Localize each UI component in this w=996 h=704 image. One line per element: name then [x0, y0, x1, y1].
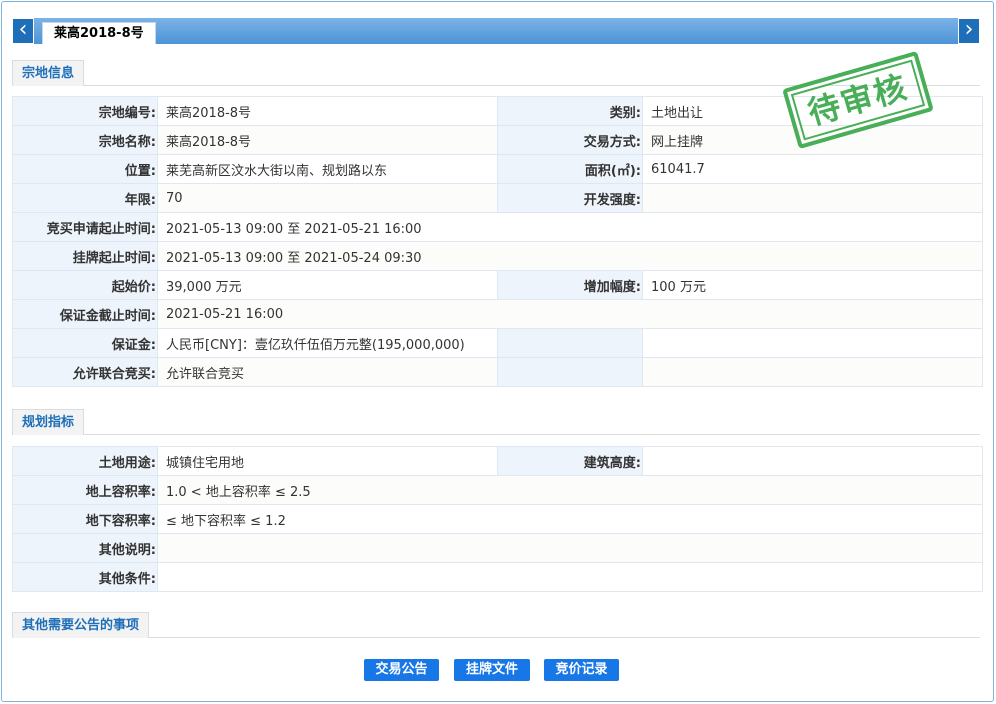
- tab-active[interactable]: 莱高2018-8号: [42, 22, 156, 44]
- table-row: 竞买申请起止时间: 2021-05-13 09:00 至 2021-05-21 …: [12, 212, 983, 242]
- table-row: 保证金: 人民币[CNY]：壹亿玖仟伍佰万元整(195,000,000): [12, 328, 983, 358]
- label-dev-intensity: 开发强度:: [497, 183, 643, 213]
- label-far-below: 地下容积率:: [12, 504, 158, 534]
- label-trade-method: 交易方式:: [497, 125, 643, 155]
- value-location: 莱芜高新区汶水大街以南、规划路以东: [157, 154, 498, 184]
- label-land-use: 土地用途:: [12, 446, 158, 476]
- label-other-cond: 其他条件:: [12, 562, 158, 592]
- table-row: 挂牌起止时间: 2021-05-13 09:00 至 2021-05-24 09…: [12, 241, 983, 271]
- label-area: 面积(㎡):: [497, 154, 643, 184]
- value-parcel-name: 莱高2018-8号: [157, 125, 498, 155]
- label-other-desc: 其他说明:: [12, 533, 158, 563]
- table-row: 其他条件:: [12, 562, 983, 592]
- value-empty-2: [642, 357, 983, 387]
- value-far-below: ≤ 地下容积率 ≤ 1.2: [157, 504, 983, 534]
- label-joint-bid: 允许联合竞买:: [12, 357, 158, 387]
- section-title-parcel: 宗地信息: [12, 60, 85, 86]
- value-other-desc: [157, 533, 983, 563]
- label-location: 位置:: [12, 154, 158, 184]
- tab-bar: ‹ 莱高2018-8号 ›: [12, 18, 980, 44]
- section-header-other: 其他需要公告的事项: [12, 612, 980, 638]
- table-row: 土地用途: 城镇住宅用地 建筑高度:: [12, 446, 983, 476]
- label-parcel-name: 宗地名称:: [12, 125, 158, 155]
- label-category: 类别:: [497, 96, 643, 126]
- listing-docs-button[interactable]: 挂牌文件: [454, 659, 530, 681]
- section-title-other: 其他需要公告的事项: [12, 612, 150, 638]
- label-deposit-deadline: 保证金截止时间:: [12, 299, 158, 329]
- label-increment: 增加幅度:: [497, 270, 643, 300]
- value-other-cond: [157, 562, 983, 592]
- label-apply-time: 竞买申请起止时间:: [12, 212, 158, 242]
- value-joint-bid: 允许联合竞买: [157, 357, 498, 387]
- section-header-planning: 规划指标: [12, 409, 980, 435]
- label-parcel-no: 宗地编号:: [12, 96, 158, 126]
- value-building-height: [642, 446, 983, 476]
- value-parcel-no: 莱高2018-8号: [157, 96, 498, 126]
- parcel-table: 宗地编号: 莱高2018-8号 类别: 土地出让 宗地名称: 莱高2018-8号…: [12, 96, 983, 387]
- value-term: 70: [157, 183, 498, 213]
- value-land-use: 城镇住宅用地: [157, 446, 498, 476]
- label-building-height: 建筑高度:: [497, 446, 643, 476]
- value-apply-time: 2021-05-13 09:00 至 2021-05-21 16:00: [157, 212, 983, 242]
- label-far-above: 地上容积率:: [12, 475, 158, 505]
- chevron-right-icon[interactable]: ›: [958, 18, 980, 44]
- table-row: 起始价: 39,000 万元 增加幅度: 100 万元: [12, 270, 983, 300]
- table-row: 保证金截止时间: 2021-05-21 16:00: [12, 299, 983, 329]
- value-increment: 100 万元: [642, 270, 983, 300]
- label-listing-time: 挂牌起止时间:: [12, 241, 158, 271]
- value-area: 61041.7: [642, 154, 983, 184]
- label-deposit: 保证金:: [12, 328, 158, 358]
- table-row: 其他说明:: [12, 533, 983, 563]
- table-row: 位置: 莱芜高新区汶水大街以南、规划路以东 面积(㎡): 61041.7: [12, 154, 983, 184]
- value-empty-1: [642, 328, 983, 358]
- value-deposit-deadline: 2021-05-21 16:00: [157, 299, 983, 329]
- label-empty-2: [497, 357, 643, 387]
- table-row: 地下容积率: ≤ 地下容积率 ≤ 1.2: [12, 504, 983, 534]
- bid-record-button[interactable]: 竞价记录: [544, 659, 619, 681]
- value-far-above: 1.0 < 地上容积率 ≤ 2.5: [157, 475, 983, 505]
- table-row: 年限: 70 开发强度:: [12, 183, 983, 213]
- table-row: 地上容积率: 1.0 < 地上容积率 ≤ 2.5: [12, 475, 983, 505]
- value-listing-time: 2021-05-13 09:00 至 2021-05-24 09:30: [157, 241, 983, 271]
- value-deposit: 人民币[CNY]：壹亿玖仟伍佰万元整(195,000,000): [157, 328, 498, 358]
- label-start-price: 起始价:: [12, 270, 158, 300]
- chevron-left-icon[interactable]: ‹: [12, 18, 34, 44]
- table-row: 允许联合竞买: 允许联合竞买: [12, 357, 983, 387]
- value-start-price: 39,000 万元: [157, 270, 498, 300]
- section-title-planning: 规划指标: [12, 409, 85, 435]
- label-empty-1: [497, 328, 643, 358]
- planning-table: 土地用途: 城镇住宅用地 建筑高度: 地上容积率: 1.0 < 地上容积率 ≤ …: [12, 446, 983, 592]
- label-term: 年限:: [12, 183, 158, 213]
- trade-notice-button[interactable]: 交易公告: [364, 659, 439, 681]
- value-dev-intensity: [642, 183, 983, 213]
